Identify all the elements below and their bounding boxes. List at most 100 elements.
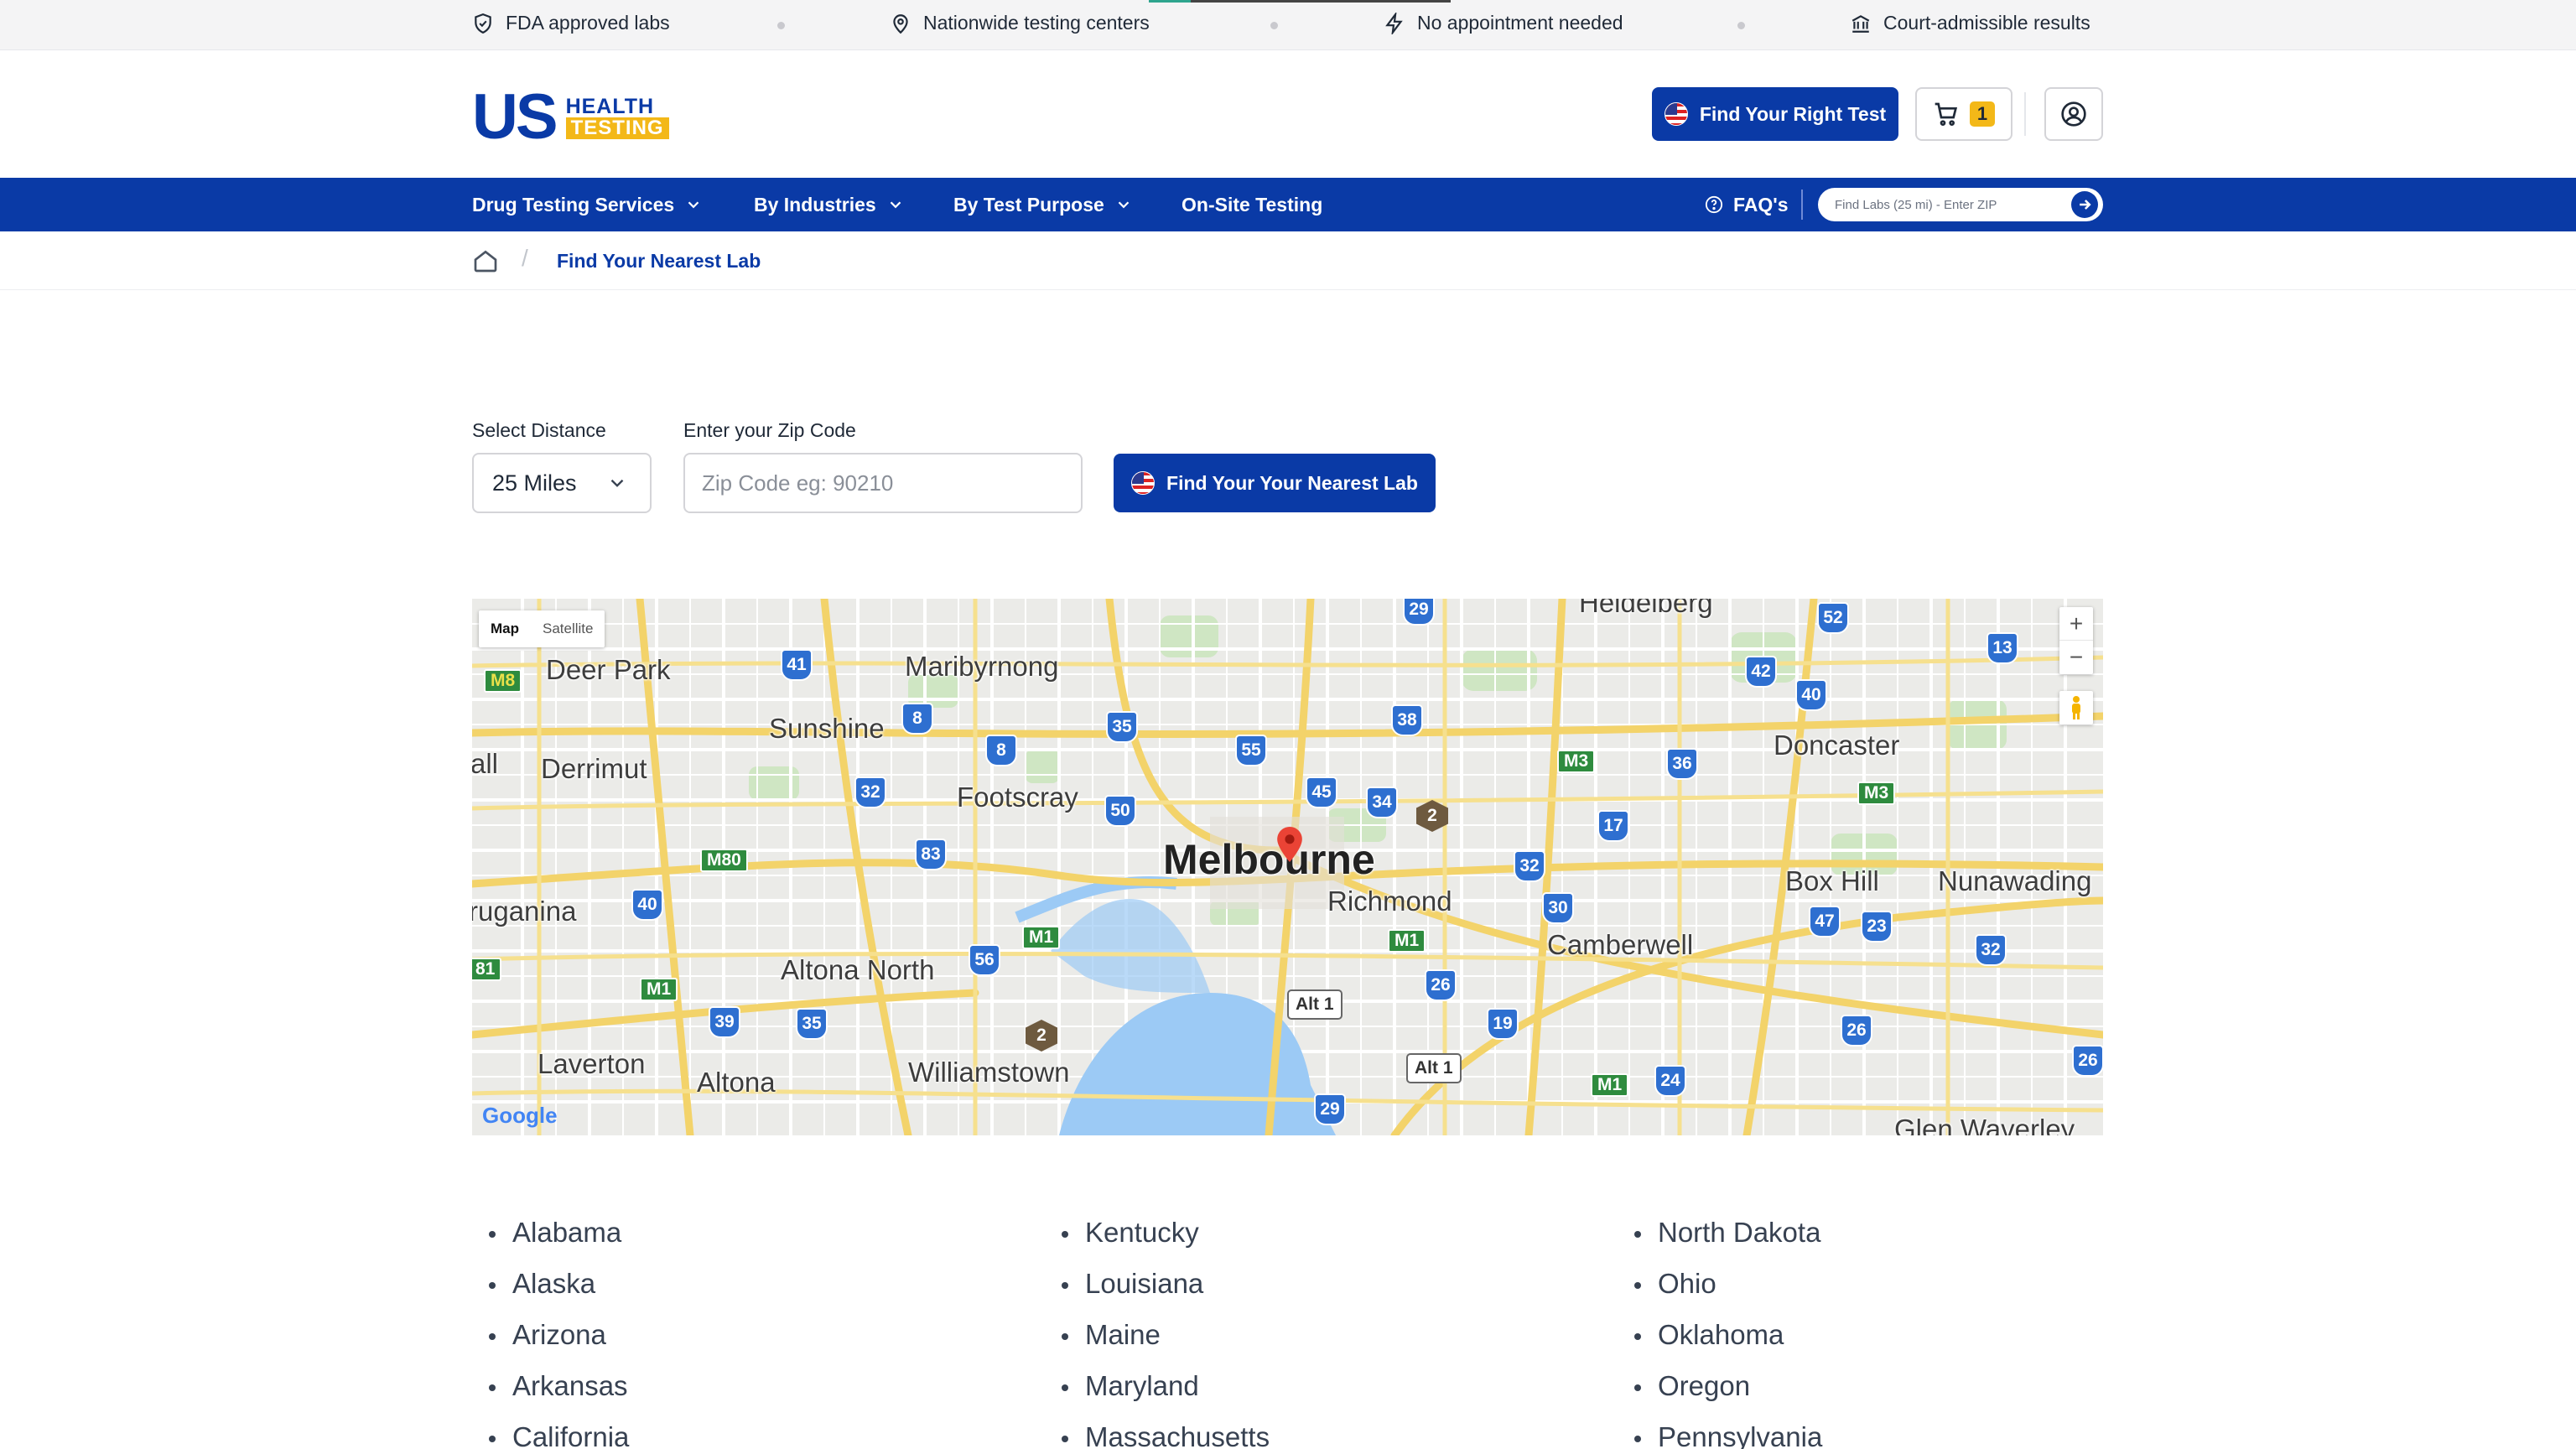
route-shield: 40	[631, 889, 663, 921]
nav-divider	[1801, 190, 1803, 220]
nav-label: By Industries	[754, 193, 876, 216]
logo-us: US	[472, 81, 558, 153]
nav-label: On-Site Testing	[1182, 193, 1323, 216]
state-link[interactable]: Oklahoma	[1618, 1318, 1822, 1369]
motorway-shield: M3	[1857, 782, 1896, 805]
route-shield: 29	[1403, 599, 1435, 626]
separator-dot	[777, 22, 785, 29]
chevron-down-icon	[610, 479, 624, 487]
state-link[interactable]: Louisiana	[1045, 1267, 1270, 1318]
state-link[interactable]: Pennsylvania	[1618, 1420, 1822, 1449]
site-logo[interactable]: US HEALTH TESTING	[472, 86, 669, 149]
route-shield: 26	[1841, 1015, 1872, 1046]
nav-on-site-testing[interactable]: On-Site Testing	[1182, 178, 1322, 231]
announcement-progress	[1149, 0, 1451, 3]
map-label: Altona North	[781, 954, 935, 985]
zip-input[interactable]	[683, 453, 1083, 513]
state-link[interactable]: Arkansas	[472, 1369, 629, 1420]
states-column-2: Kentucky Louisiana Maine Maryland Massac…	[1045, 1216, 1270, 1449]
separator-dot	[1270, 22, 1278, 29]
route-shield: 24	[1654, 1065, 1686, 1097]
nav-by-test-purpose[interactable]: By Test Purpose	[953, 178, 1133, 231]
google-attribution[interactable]: Google	[482, 1103, 558, 1129]
route-shield: 45	[1306, 776, 1337, 808]
state-link[interactable]: Maryland	[1045, 1369, 1270, 1420]
route-shield: 32	[1975, 934, 2007, 966]
map-label: Altona	[697, 1067, 776, 1098]
chevron-down-icon	[890, 201, 901, 209]
alt-route-shield: Alt 1	[1287, 989, 1343, 1020]
nav-zip-input[interactable]	[1835, 193, 2061, 216]
nav-zip-search	[1818, 188, 2103, 221]
route-shield: 35	[1106, 711, 1138, 743]
state-link[interactable]: Alaska	[472, 1267, 629, 1318]
nav-label: Drug Testing Services	[472, 193, 675, 216]
zip-label: Enter your Zip Code	[683, 419, 856, 441]
map-type-map[interactable]: Map	[479, 621, 531, 637]
nav-faqs[interactable]: FAQ's	[1705, 178, 1789, 231]
lab-map[interactable]: Heidelberg Deer Park Maribyrnong Sunshin…	[472, 599, 2103, 1135]
state-link[interactable]: Alabama	[472, 1216, 629, 1267]
map-label: Maribyrnong	[905, 651, 1059, 682]
account-button[interactable]	[2044, 87, 2103, 141]
route-shield: 47	[1809, 906, 1841, 937]
nav-label: By Test Purpose	[953, 193, 1104, 216]
route-shield: 52	[1817, 602, 1849, 634]
alt-route-shield: Alt 1	[1406, 1053, 1462, 1083]
state-link[interactable]: Maine	[1045, 1318, 1270, 1369]
map-label: Derrimut	[541, 753, 647, 784]
nav-search-submit[interactable]	[2071, 191, 2098, 218]
help-circle-icon	[1705, 195, 1723, 214]
motorway-shield: M1	[1022, 926, 1061, 949]
zoom-out-button[interactable]: −	[2059, 641, 2093, 674]
trust-item-court: Court-admissible results	[1850, 12, 2090, 34]
route-shield: 56	[969, 944, 1000, 976]
arrow-right-icon	[2080, 200, 2091, 210]
state-link[interactable]: Massachusetts	[1045, 1420, 1270, 1449]
street-view-pegman-icon[interactable]	[2059, 691, 2093, 724]
us-flag-icon	[1664, 102, 1688, 126]
logo-testing: TESTING	[565, 117, 669, 139]
separator-dot	[1737, 22, 1745, 29]
trust-label: Nationwide testing centers	[923, 12, 1150, 34]
distance-select[interactable]: 25 Miles	[472, 453, 652, 513]
route-shield: 32	[854, 776, 886, 808]
cart-count-badge: 1	[1969, 101, 1996, 127]
motorway-shield: M80	[700, 849, 748, 872]
route-shield: 34	[1366, 787, 1398, 818]
location-pin-icon[interactable]	[1277, 827, 1302, 862]
route-shield: 13	[1987, 632, 2018, 664]
map-label: Camberwell	[1547, 929, 1694, 960]
trust-label: FDA approved labs	[506, 12, 670, 34]
cart-button[interactable]: 1	[1915, 87, 2012, 141]
motorway-shield: M1	[640, 978, 678, 1001]
route-shield: 26	[1425, 969, 1457, 1001]
zoom-in-button[interactable]: +	[2059, 607, 2093, 641]
state-link[interactable]: North Dakota	[1618, 1216, 1822, 1267]
google-logo: Google	[482, 1103, 558, 1128]
map-type-toggle: Map Satellite	[479, 610, 605, 647]
map-label: Laverton	[538, 1048, 646, 1079]
map-label: Glen Waverley	[1894, 1114, 2075, 1135]
home-icon[interactable]	[472, 247, 499, 274]
map-label: all	[472, 748, 499, 779]
map-type-satellite[interactable]: Satellite	[531, 621, 605, 637]
find-right-test-button[interactable]: Find Your Right Test	[1652, 87, 1898, 141]
nav-by-industries[interactable]: By Industries	[754, 178, 905, 231]
state-link[interactable]: Arizona	[472, 1318, 629, 1369]
route-shield: 40	[1795, 679, 1827, 711]
trust-label: No appointment needed	[1417, 12, 1623, 34]
zoom-controls: + −	[2059, 607, 2093, 674]
lightning-icon	[1385, 12, 1403, 34]
find-right-test-label: Find Your Right Test	[1699, 102, 1887, 125]
motorway-shield: M1	[1591, 1073, 1629, 1097]
find-nearest-lab-button[interactable]: Find Your Your Nearest Lab	[1114, 454, 1436, 512]
state-link[interactable]: Kentucky	[1045, 1216, 1270, 1267]
state-link[interactable]: Ohio	[1618, 1267, 1822, 1318]
state-link[interactable]: California	[472, 1420, 629, 1449]
trust-bar: FDA approved labs Nationwide testing cen…	[0, 0, 2576, 50]
breadcrumb-current: Find Your Nearest Lab	[557, 250, 761, 272]
state-link[interactable]: Oregon	[1618, 1369, 1822, 1420]
route-shield: 8	[901, 703, 933, 735]
nav-drug-testing-services[interactable]: Drug Testing Services	[472, 178, 703, 231]
